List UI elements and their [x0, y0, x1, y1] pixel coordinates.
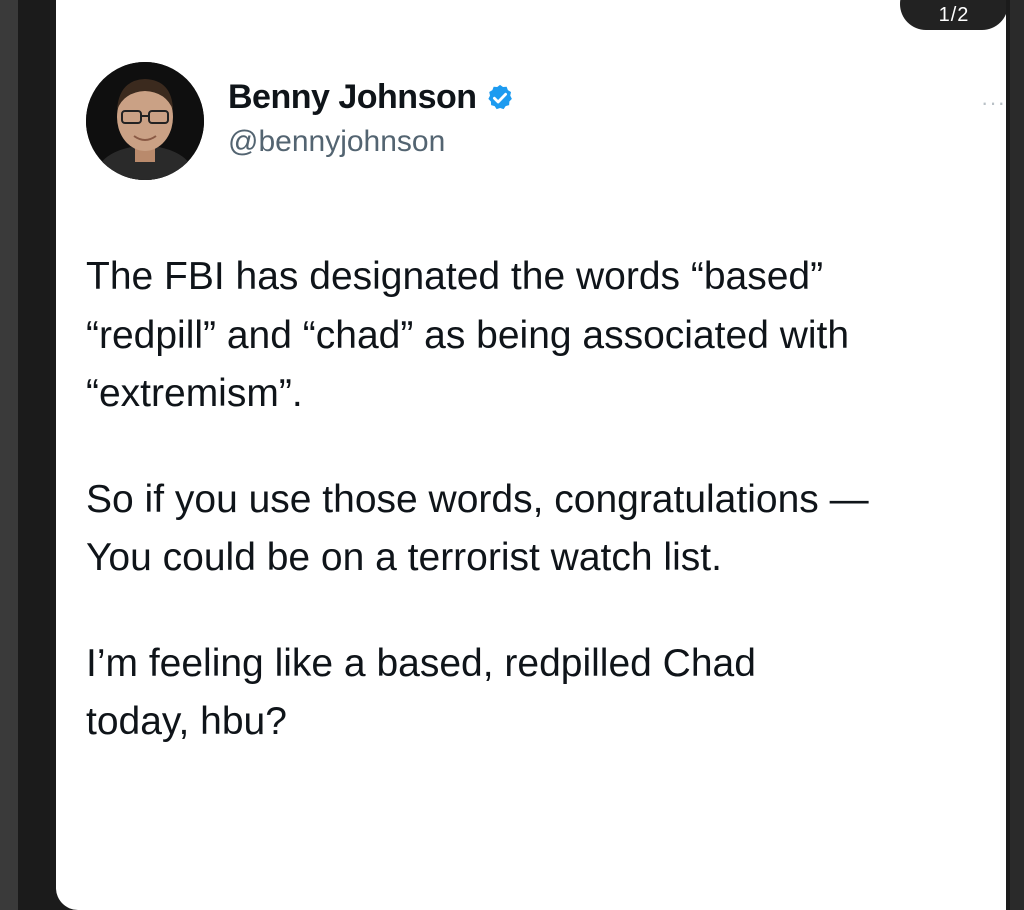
right-border — [1010, 0, 1024, 910]
tweet-paragraph: The FBI has designated the words “based”… — [86, 255, 850, 415]
avatar[interactable] — [86, 62, 204, 180]
display-name[interactable]: Benny Johnson — [228, 78, 477, 117]
author-block: Benny Johnson @bennyjohnson — [228, 78, 515, 159]
tweet-text: The FBI has designated the words “based”… — [86, 248, 1001, 799]
tweet-paragraph: So if you use those words, congratulatio… — [86, 477, 869, 580]
name-row: Benny Johnson — [228, 78, 515, 117]
left-border — [0, 0, 18, 910]
avatar-image — [86, 62, 204, 180]
tweet-paragraph: I’m feeling like a based, redpilled Chad… — [86, 641, 756, 744]
user-handle[interactable]: @bennyjohnson — [228, 125, 515, 159]
more-options-icon[interactable]: ··· — [981, 90, 1006, 116]
tweet-card: 1/2 Benny Johnson @bennyjohnson ··· The … — [56, 0, 1006, 910]
screenshot-frame: 1/2 Benny Johnson @bennyjohnson ··· The … — [0, 0, 1024, 910]
verified-badge-icon — [485, 83, 515, 113]
page-indicator: 1/2 — [900, 0, 1006, 30]
